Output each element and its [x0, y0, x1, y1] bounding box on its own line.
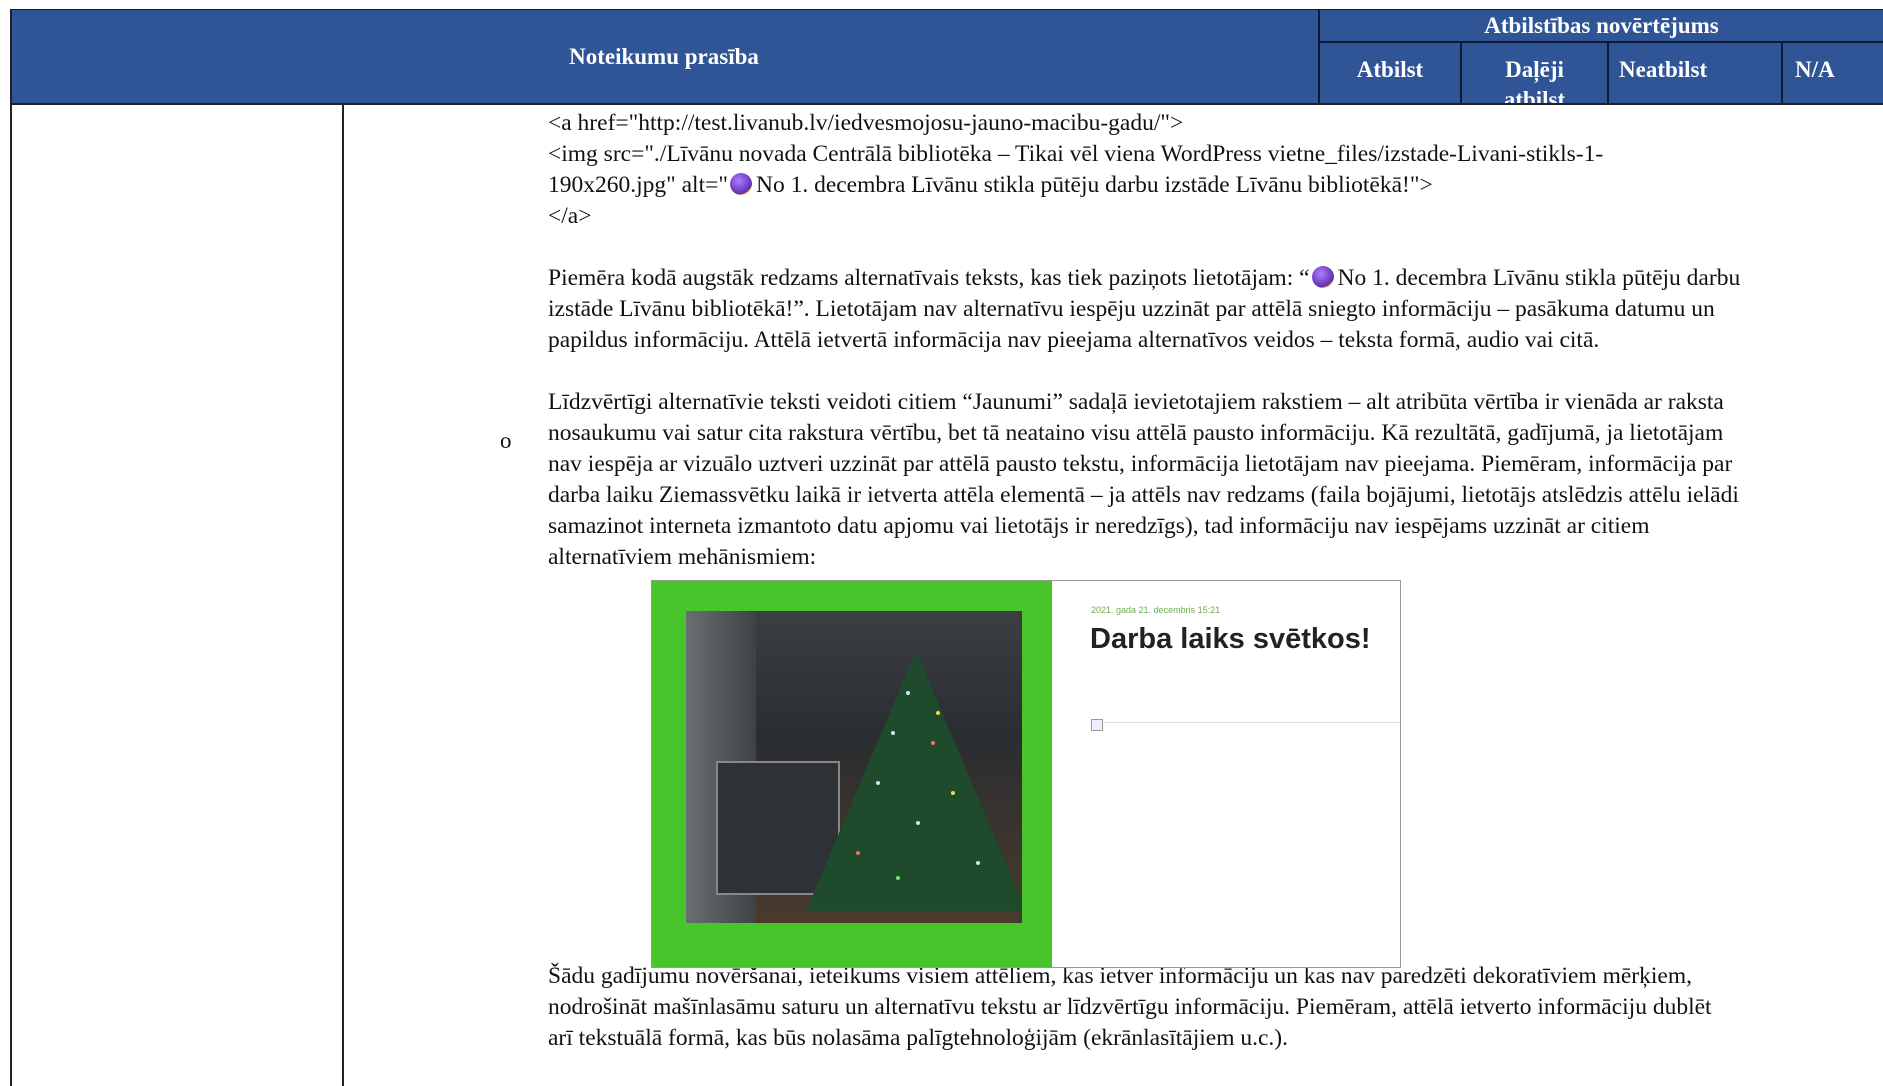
post-divider — [1090, 722, 1400, 723]
list-bullet: o — [500, 428, 512, 453]
christmas-tree-photo — [686, 611, 1022, 923]
paragraph-line: nodrošināt mašīnlasāmu saturu un alterna… — [548, 994, 1712, 1020]
na-header: N/A — [1795, 57, 1835, 82]
paragraph-line: papildus informāciju. Attēlā ietvertā in… — [548, 327, 1600, 353]
paragraph-line: nav iespēja ar vizuālo uztveri uzzināt p… — [548, 451, 1733, 477]
christmas-tree — [806, 651, 1022, 911]
crystal-ball-icon — [1311, 266, 1334, 288]
paragraph-line: arī tekstuālā formā, kas būs nolasāma pa… — [548, 1025, 1289, 1051]
code-line: </a> — [548, 203, 592, 229]
paragraph-text: Piemēra kodā augstāk redzams alternatīva… — [548, 265, 1310, 291]
crystal-ball-icon — [729, 173, 752, 195]
post-title: Darba laiks svētkos! — [1090, 623, 1371, 655]
paragraph-line: darba laiku Ziemassvētku laikā ir ietver… — [548, 482, 1739, 508]
code-line: <a href="http://test.livanub.lv/iedvesmo… — [548, 110, 1184, 136]
paragraph-line: Līdzvērtīgi alternatīvie teksti veidoti … — [548, 389, 1724, 415]
column-divider — [342, 104, 344, 1086]
partial-header-line1: Daļēji — [1505, 57, 1564, 82]
paragraph-line: samazinot interneta izmantoto datu apjom… — [548, 513, 1650, 539]
code-line: <img src="./Līvānu novada Centrālā bibli… — [548, 141, 1604, 167]
code-text: No 1. decembra Līvānu stikla pūtēju darb… — [755, 172, 1433, 198]
table-left-border — [10, 10, 12, 1086]
noncomply-header: Neatbilst — [1609, 43, 1783, 104]
paragraph-text: No 1. decembra Līvānu stikla pūtēju darb… — [1337, 265, 1741, 291]
partial-header: Daļēji atbilst — [1462, 43, 1609, 112]
table-header: Noteikumu prasība Atbilstības novērtējum… — [10, 10, 1883, 112]
code-text: 190x260.jpg" alt=" — [548, 172, 728, 198]
embedded-screenshot: 2021. gada 21. decembris 15:21 Darba lai… — [651, 580, 1401, 968]
assessment-group-header: Atbilstības novērtējums — [1320, 10, 1883, 43]
header-bottom-border — [10, 103, 1883, 105]
paragraph-line: nosaukumu vai satur cita rakstura vērtīb… — [548, 420, 1724, 446]
code-line: 190x260.jpg" alt=" No 1. decembra Līvānu … — [548, 170, 1883, 201]
requirement-header: Noteikumu prasība — [10, 10, 1320, 104]
broken-image-icon — [1091, 719, 1103, 731]
comply-header: Atbilst — [1320, 43, 1462, 104]
paragraph-line: izstāde Līvānu bibliotēkā!”. Lietotājam … — [548, 296, 1715, 322]
paragraph-line: alternatīviem mehānismiem: — [548, 544, 817, 570]
paragraph-line: Piemēra kodā augstāk redzams alternatīva… — [548, 263, 1883, 294]
post-date: 2021. gada 21. decembris 15:21 — [1091, 605, 1221, 615]
